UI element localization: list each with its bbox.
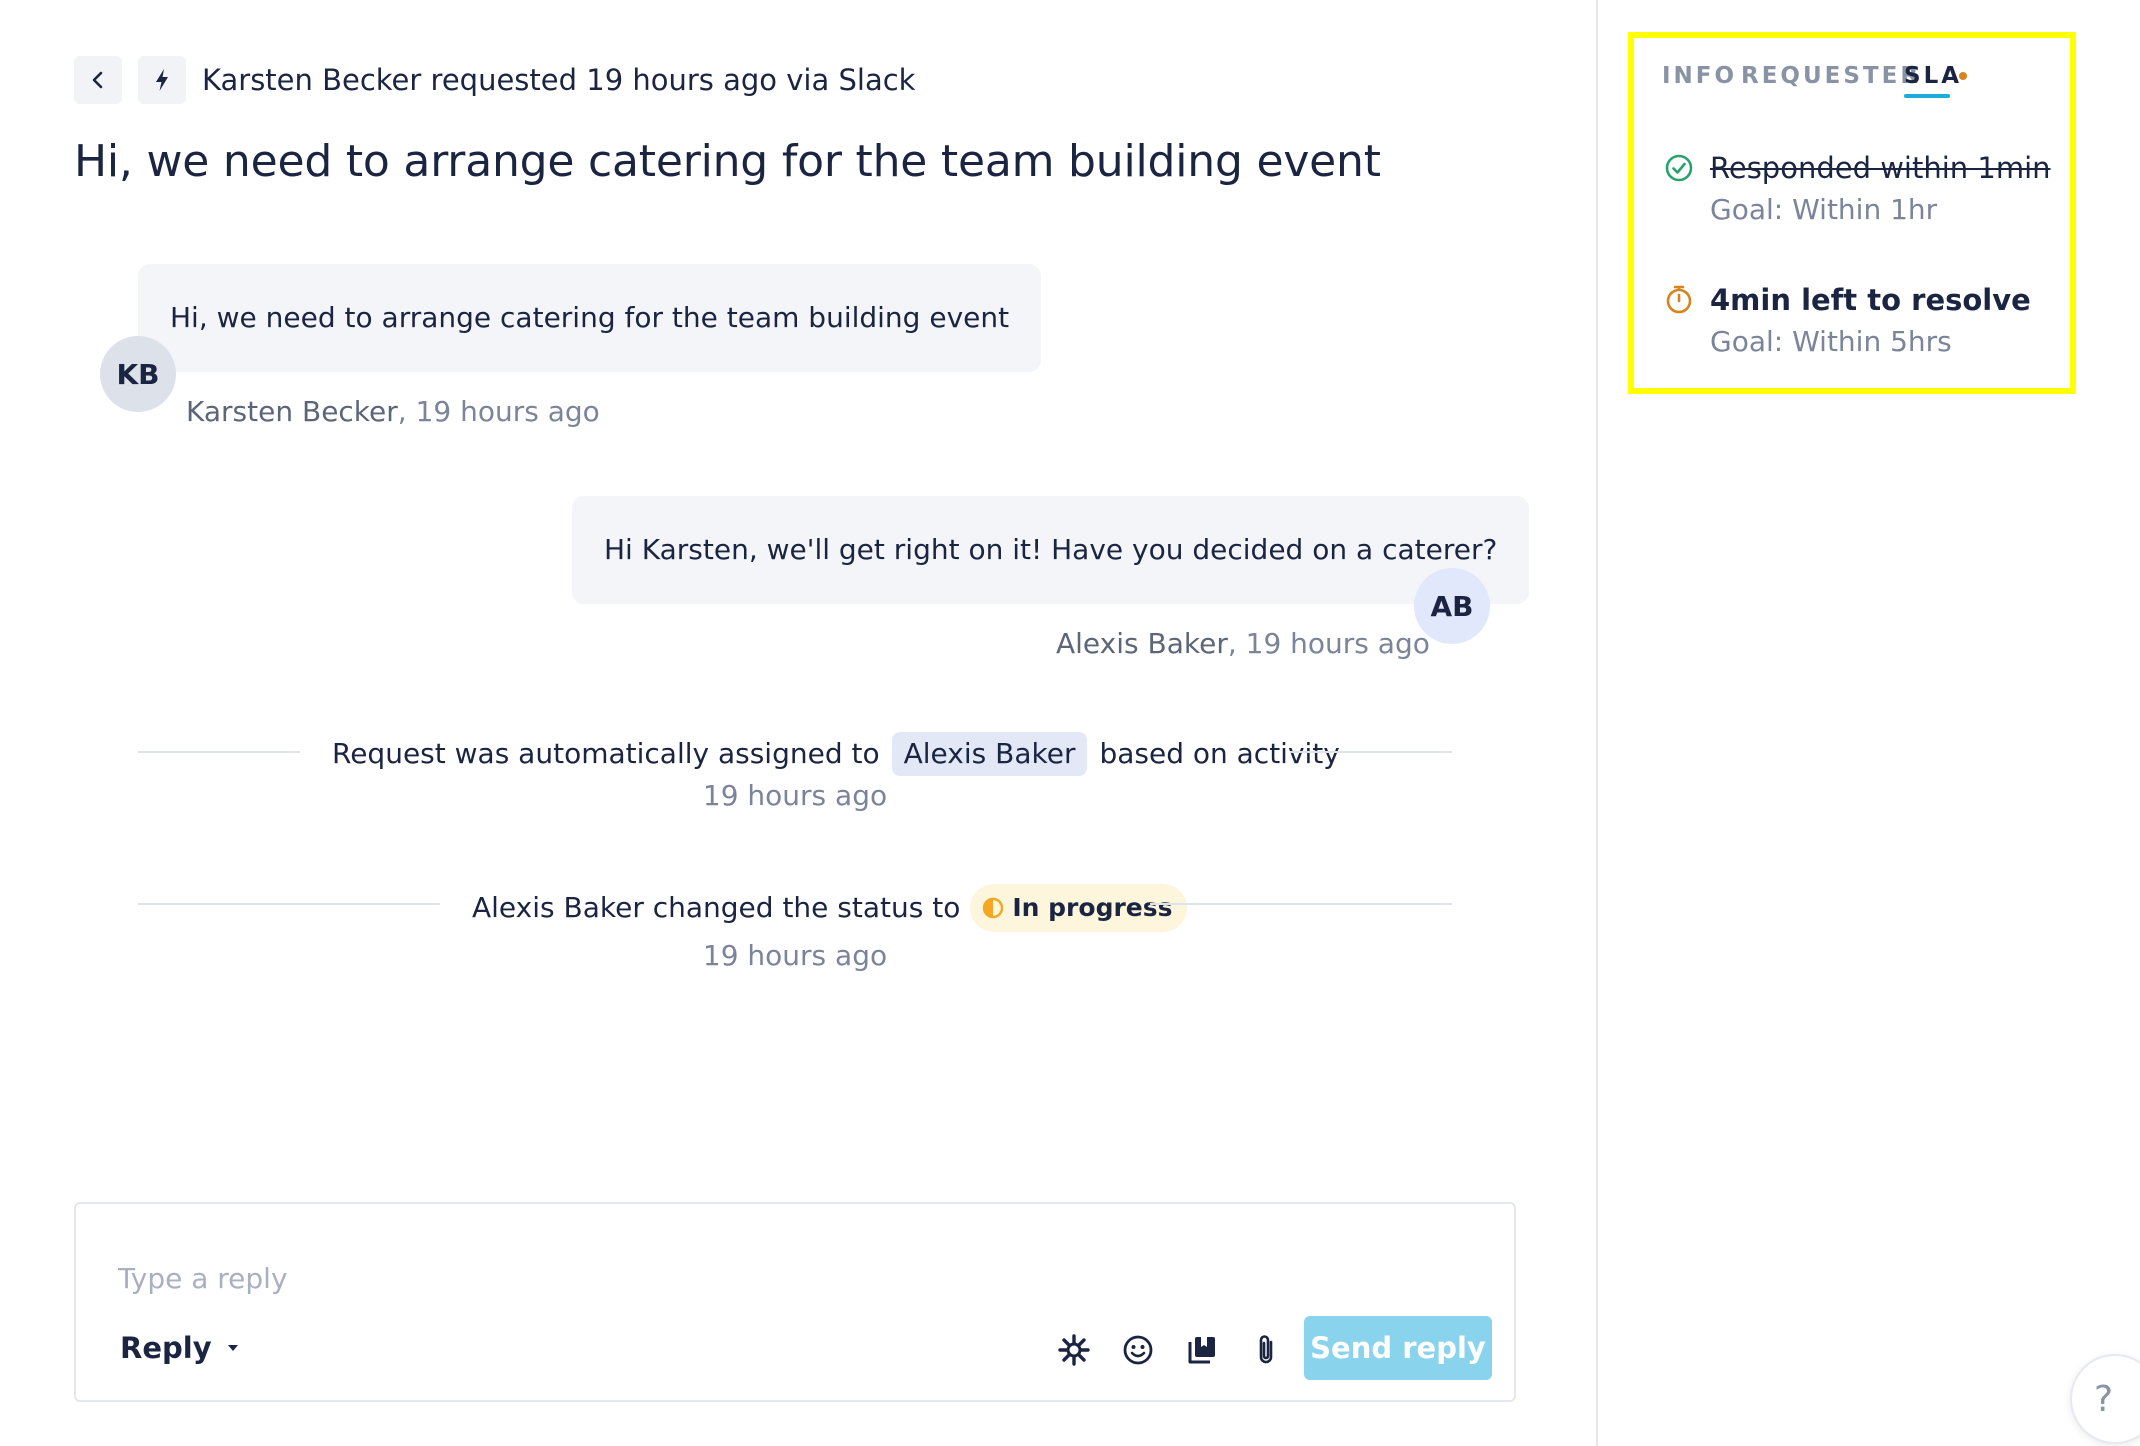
books-icon bbox=[1188, 1337, 1215, 1364]
attach-file-button[interactable] bbox=[1246, 1330, 1286, 1370]
quick-actions-button[interactable] bbox=[138, 56, 186, 104]
divider bbox=[138, 903, 440, 905]
message-text: Hi, we need to arrange catering for the … bbox=[170, 301, 1010, 334]
paperclip-icon bbox=[1259, 1335, 1273, 1364]
emoji-button[interactable] bbox=[1118, 1330, 1158, 1370]
half-circle-icon bbox=[983, 897, 1004, 919]
divider bbox=[138, 751, 300, 753]
event-time: 19 hours ago bbox=[702, 779, 888, 812]
sla-resolve-goal: Goal: Within 5hrs bbox=[1710, 325, 1952, 358]
reply-composer: Reply bbox=[74, 1202, 1516, 1402]
status-badge: In progress bbox=[970, 884, 1187, 932]
conversation-pane: Karsten Becker requested 19 hours ago vi… bbox=[0, 0, 1596, 1446]
divider bbox=[1150, 903, 1452, 905]
page-title: Hi, we need to arrange catering for the … bbox=[74, 136, 1381, 187]
reply-input[interactable] bbox=[118, 1256, 1418, 1300]
back-button[interactable] bbox=[74, 56, 122, 104]
message-bubble-agent: Hi Karsten, we'll get right on it! Have … bbox=[572, 496, 1530, 604]
smiley-icon bbox=[1123, 1335, 1153, 1365]
request-meta: Karsten Becker requested 19 hours ago vi… bbox=[202, 60, 915, 100]
sla-resolve-title: 4min left to resolve bbox=[1710, 283, 2031, 317]
assignee-chip[interactable]: Alexis Baker bbox=[891, 732, 1088, 776]
sla-response-title: Responded within 1min bbox=[1710, 151, 2051, 185]
message-author: Alexis Baker bbox=[1056, 627, 1228, 660]
message-meta: Alexis Baker, 19 hours ago bbox=[1056, 624, 1430, 664]
check-circle-icon bbox=[1665, 154, 1693, 182]
caret-down-icon bbox=[227, 1345, 238, 1351]
message-text: Hi Karsten, we'll get right on it! Have … bbox=[604, 533, 1498, 566]
lightning-icon bbox=[156, 69, 168, 91]
event-time: 19 hours ago bbox=[702, 939, 888, 972]
tab-requester[interactable]: REQUESTER bbox=[1741, 60, 1921, 92]
assignment-event: Request was automatically assigned to Al… bbox=[332, 732, 1340, 776]
status-change-event: Alexis Baker changed the status to In pr… bbox=[472, 884, 1187, 932]
ai-assist-button[interactable] bbox=[1054, 1330, 1094, 1370]
help-question-icon: ? bbox=[2094, 1378, 2114, 1420]
sla-response-goal: Goal: Within 1hr bbox=[1710, 193, 1938, 226]
message-author: Karsten Becker bbox=[186, 395, 398, 428]
reply-mode-dropdown[interactable]: Reply bbox=[120, 1328, 240, 1368]
divider bbox=[1290, 751, 1452, 753]
requester-name: Karsten Becker bbox=[202, 63, 422, 97]
tab-active-underline bbox=[1904, 94, 1950, 98]
send-reply-button[interactable]: Send reply bbox=[1304, 1316, 1492, 1380]
avatar-requester: KB bbox=[100, 336, 176, 412]
tab-info[interactable]: INFO bbox=[1662, 60, 1737, 92]
request-meta-suffix: requested 19 hours ago via Slack bbox=[430, 63, 916, 97]
message-bubble-requester: Hi, we need to arrange catering for the … bbox=[138, 264, 1042, 372]
chevron-left-icon bbox=[92, 71, 103, 89]
message-meta: Karsten Becker, 19 hours ago bbox=[186, 392, 600, 432]
tab-sla[interactable]: SLA bbox=[1904, 60, 1962, 92]
message-time: , 19 hours ago bbox=[397, 395, 600, 428]
knowledge-base-button[interactable] bbox=[1182, 1330, 1222, 1370]
message-time: , 19 hours ago bbox=[1227, 627, 1430, 660]
tab-sla-indicator bbox=[1959, 72, 1967, 80]
sparkle-icon bbox=[1058, 1334, 1090, 1366]
stopwatch-icon bbox=[1666, 285, 1692, 314]
